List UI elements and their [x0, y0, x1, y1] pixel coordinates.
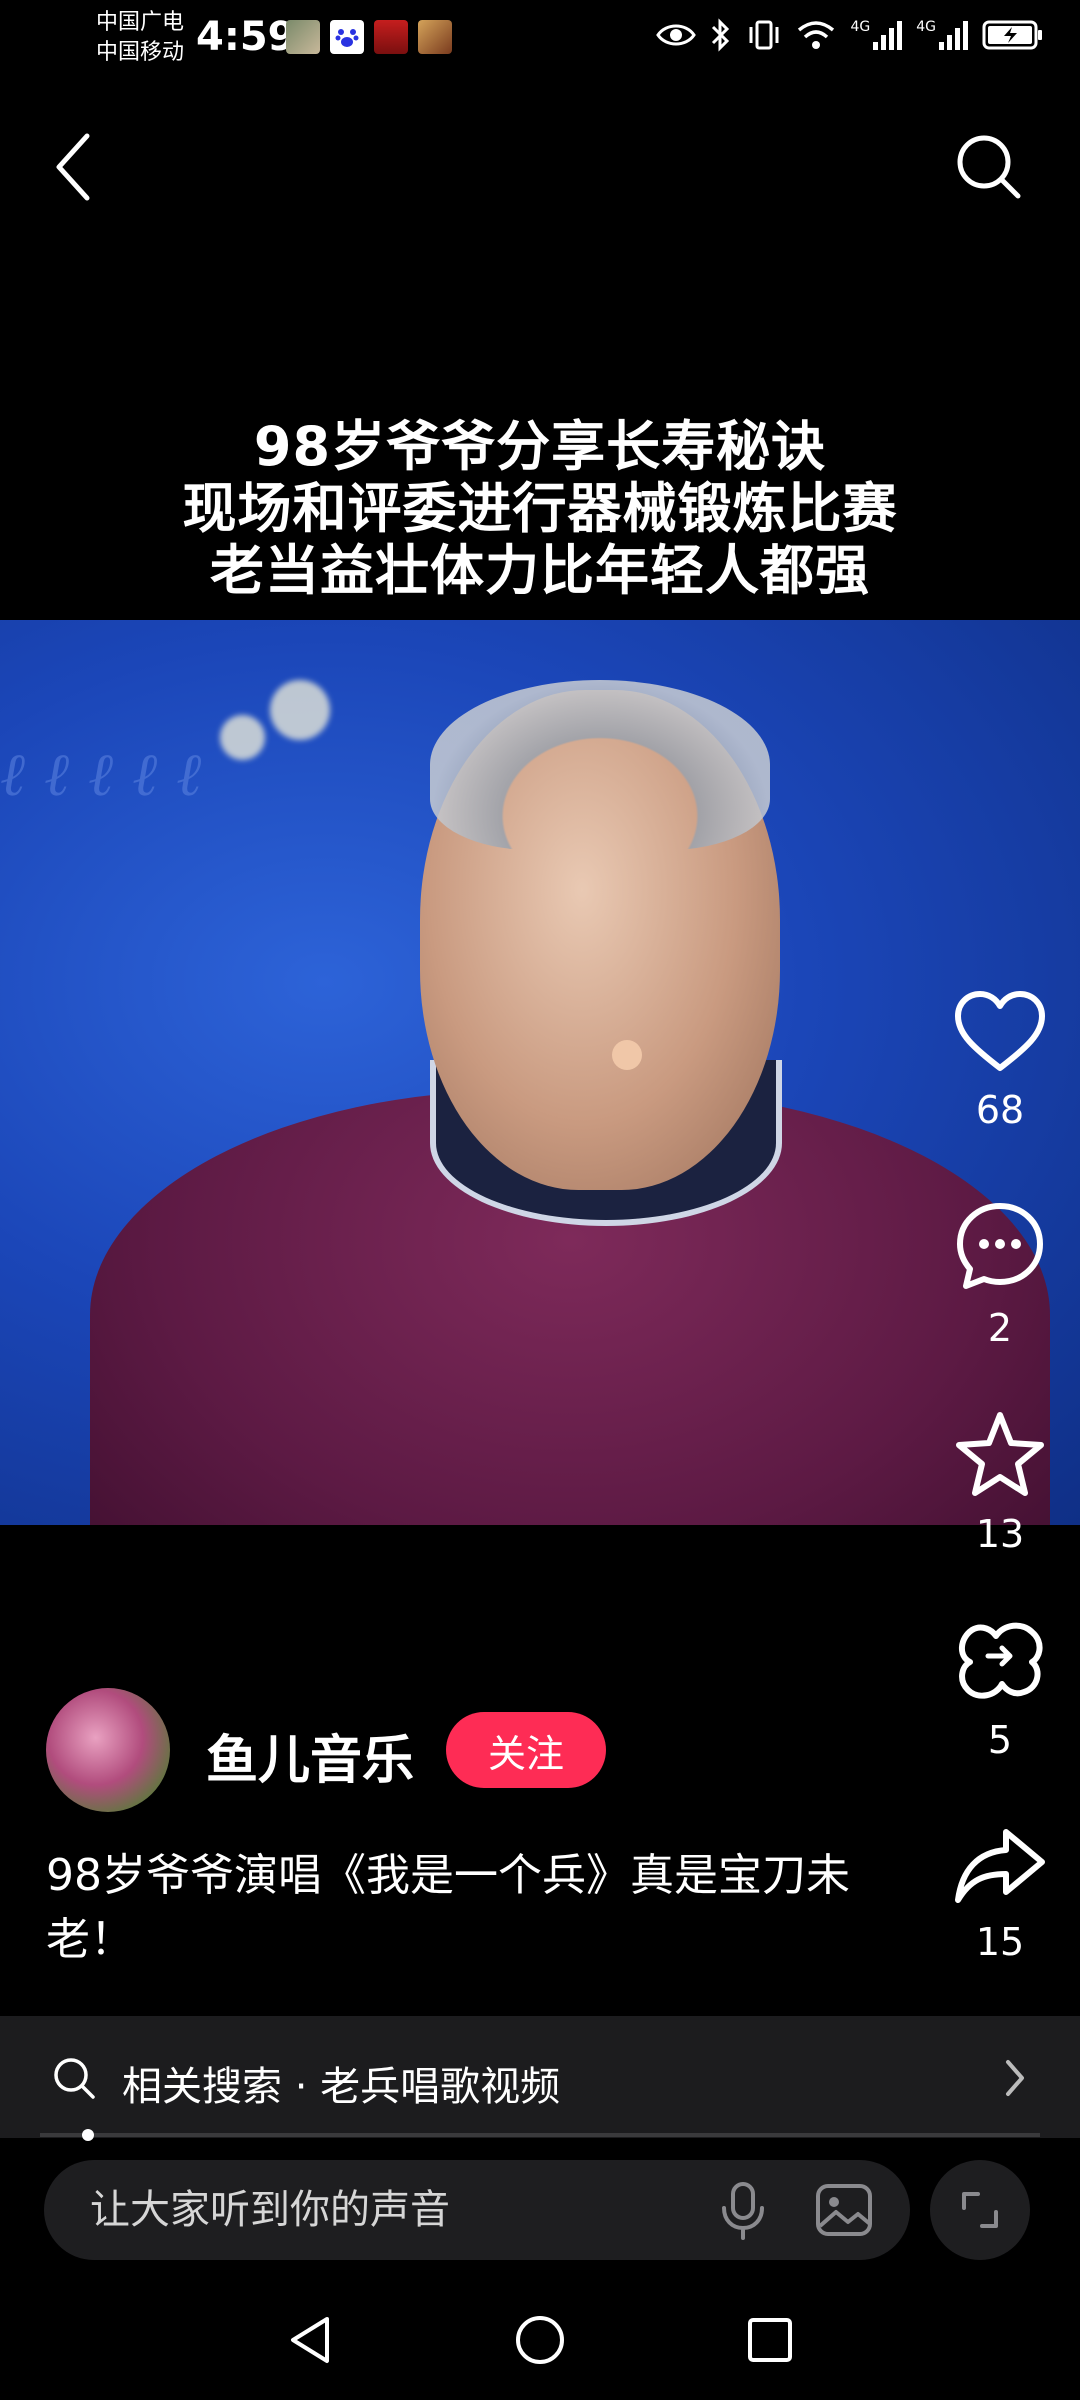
comment-count: 2	[987, 1306, 1013, 1350]
favorite-button[interactable]: 13	[940, 1410, 1060, 1556]
video-player[interactable]: ℓ ℓ ℓ ℓ ℓ	[0, 620, 1080, 1525]
related-search-text: 相关搜索 · 老兵唱歌视频	[122, 2064, 561, 2110]
system-back-button[interactable]	[270, 2300, 350, 2380]
post-description: 98岁爷爷演唱《我是一个兵》真是宝刀未老！	[46, 1850, 850, 1965]
video-caption-line-3: 老当益壮体力比年轻人都强	[210, 539, 870, 602]
notification-thumb-icon	[286, 20, 320, 54]
search-icon	[54, 2058, 95, 2099]
wifi-icon	[798, 21, 835, 49]
image-input-button[interactable]	[814, 2182, 874, 2242]
video-caption-line-1: 98岁爷爷分享长寿秘诀	[253, 415, 827, 478]
vibrate-icon	[749, 20, 779, 50]
video-progress-handle[interactable]	[82, 2129, 94, 2141]
share-friend-icon	[959, 1622, 1043, 1699]
author-avatar[interactable]	[46, 1688, 170, 1812]
network-type-1: 4G	[850, 19, 871, 35]
share-to-friend-button[interactable]: 5	[940, 1616, 1060, 1762]
favorite-count: 13	[975, 1512, 1025, 1556]
comment-bubble-icon	[957, 1203, 1043, 1289]
search-button[interactable]	[944, 122, 1034, 212]
stage-light	[270, 680, 330, 740]
chevron-left-icon	[56, 133, 90, 201]
heart-icon	[955, 991, 1045, 1071]
like-count: 68	[975, 1088, 1025, 1132]
system-home-button[interactable]	[500, 2300, 580, 2380]
video-progress-bar[interactable]	[40, 2133, 1040, 2137]
microphone-icon	[722, 2182, 764, 2240]
comment-button[interactable]: 2	[940, 1200, 1060, 1350]
star-icon	[956, 1412, 1044, 1496]
video-caption-line-2: 现场和评委进行器械锻炼比赛	[182, 477, 898, 540]
related-search-bar[interactable]: 相关搜索 · 老兵唱歌视频	[0, 2016, 1080, 2138]
comment-input[interactable]	[44, 2160, 910, 2260]
follow-button[interactable]: 关注	[446, 1712, 606, 1788]
voice-input-button[interactable]	[718, 2180, 768, 2244]
expand-comment-button[interactable]	[930, 2160, 1030, 2260]
bluetooth-icon	[712, 18, 730, 52]
like-button[interactable]: 68	[940, 990, 1060, 1132]
battery-charging-icon	[982, 20, 1042, 50]
carrier-2: 中国移动	[96, 40, 185, 65]
share-button[interactable]: 15	[940, 1826, 1060, 1964]
expand-icon	[962, 2192, 998, 2228]
image-icon	[816, 2184, 872, 2236]
carrier-1: 中国广电	[96, 10, 185, 35]
eye-icon	[656, 24, 697, 46]
back-button[interactable]	[28, 122, 118, 212]
network-type-2: 4G	[916, 19, 936, 35]
triangle-back-icon	[291, 2317, 329, 2363]
signal-2: 4G	[916, 20, 968, 50]
circle-home-icon	[516, 2316, 564, 2364]
notification-thumb-icon	[418, 20, 452, 54]
stage-light	[220, 715, 265, 760]
headset-mic	[612, 1040, 642, 1070]
baidu-paw-icon	[330, 20, 364, 54]
search-icon	[957, 135, 1021, 199]
notification-thumb-icon	[374, 20, 408, 54]
share-count: 15	[975, 1920, 1025, 1964]
square-recents-icon	[748, 2318, 792, 2362]
chevron-right-icon	[1006, 2060, 1024, 2096]
status-bar: 中国广电 中国移动 4:59 4G 4G	[0, 0, 1080, 80]
author-name[interactable]: 鱼儿音乐	[206, 1718, 414, 1793]
person-hair	[430, 680, 770, 850]
signal-bars-icon	[939, 21, 968, 50]
share-friend-count: 5	[987, 1718, 1013, 1762]
signal-bars-icon	[873, 21, 903, 50]
system-recents-button[interactable]	[730, 2300, 810, 2380]
clock: 4:59	[196, 14, 296, 60]
signal-1: 4G	[850, 19, 903, 50]
status-icons: 4G 4G	[656, 18, 1044, 52]
share-arrow-icon	[955, 1829, 1045, 1903]
studio-background-text: ℓ ℓ ℓ ℓ ℓ	[0, 740, 202, 810]
